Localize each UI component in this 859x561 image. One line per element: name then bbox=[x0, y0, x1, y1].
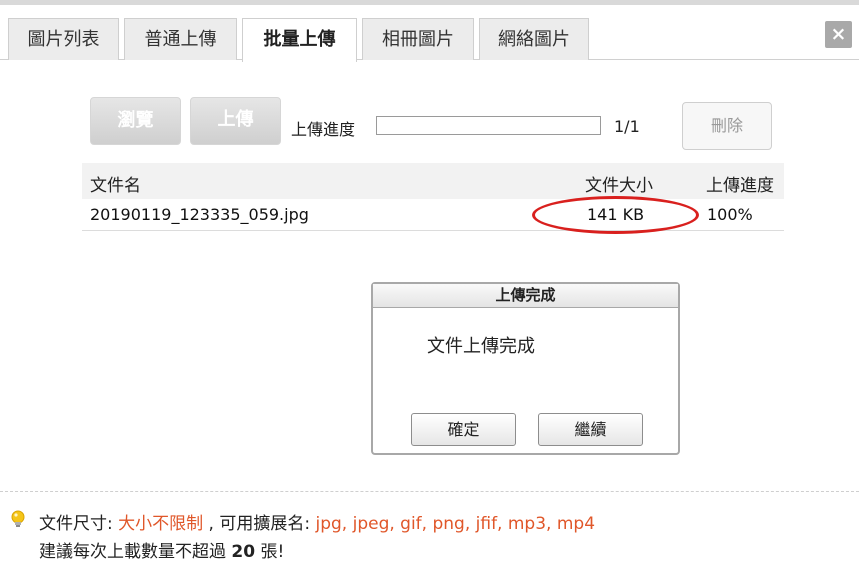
top-strip bbox=[0, 0, 859, 5]
close-icon: × bbox=[830, 23, 847, 45]
lightbulb-icon bbox=[11, 510, 25, 527]
tab-album-images[interactable]: 相冊圖片 bbox=[362, 18, 474, 60]
continue-button[interactable]: 繼續 bbox=[538, 413, 643, 446]
suggest-suffix: 張! bbox=[255, 542, 285, 561]
annotation-ellipse bbox=[532, 196, 699, 234]
upload-suggestion-line: 建議每次上載數量不超過 20 張! bbox=[39, 537, 284, 561]
suggest-count: 20 bbox=[231, 542, 256, 561]
progress-label: 上傳進度 bbox=[291, 120, 356, 139]
dialog-title: 上傳完成 bbox=[373, 284, 678, 308]
footer-divider bbox=[0, 491, 859, 492]
tab-bar: 圖片列表 普通上傳 批量上傳 相冊圖片 網絡圖片 bbox=[0, 16, 859, 62]
size-label: 文件尺寸: bbox=[39, 514, 119, 534]
tab-normal-upload[interactable]: 普通上傳 bbox=[124, 18, 237, 60]
file-info-line: 文件尺寸: 大小不限制 , 可用擴展名: jpg, jpeg, gif, png… bbox=[39, 509, 595, 534]
file-name-cell: 20190119_123335_059.jpg bbox=[90, 205, 309, 224]
column-header-filename: 文件名 bbox=[90, 176, 141, 196]
tab-image-list[interactable]: 圖片列表 bbox=[8, 18, 119, 60]
close-button[interactable]: × bbox=[825, 21, 852, 48]
size-value: 大小不限制 bbox=[118, 514, 204, 534]
upload-button[interactable]: 上傳 bbox=[190, 97, 281, 145]
column-header-progress: 上傳進度 bbox=[706, 176, 774, 196]
table-header: 文件名 文件大小 上傳進度 bbox=[82, 163, 784, 199]
tab-web-images[interactable]: 網絡圖片 bbox=[479, 18, 589, 60]
ok-button[interactable]: 確定 bbox=[411, 413, 516, 446]
progress-bar bbox=[376, 116, 601, 135]
tab-batch-upload[interactable]: 批量上傳 bbox=[242, 18, 357, 62]
extension-label: , 可用擴展名: bbox=[203, 514, 316, 534]
column-header-filesize: 文件大小 bbox=[585, 176, 653, 196]
upload-complete-dialog: 上傳完成 文件上傳完成 確定 繼續 bbox=[371, 282, 680, 455]
suggest-prefix: 建議每次上載數量不超過 bbox=[39, 542, 232, 561]
browse-button[interactable]: 瀏覽 bbox=[90, 97, 181, 145]
delete-button[interactable]: 刪除 bbox=[682, 102, 772, 150]
extension-value: jpg, jpeg, gif, png, jfif, mp3, mp4 bbox=[315, 514, 596, 534]
file-progress-cell: 100% bbox=[707, 205, 753, 224]
progress-fill bbox=[377, 117, 600, 134]
progress-count: 1/1 bbox=[614, 117, 640, 136]
dialog-message: 文件上傳完成 bbox=[427, 336, 535, 357]
